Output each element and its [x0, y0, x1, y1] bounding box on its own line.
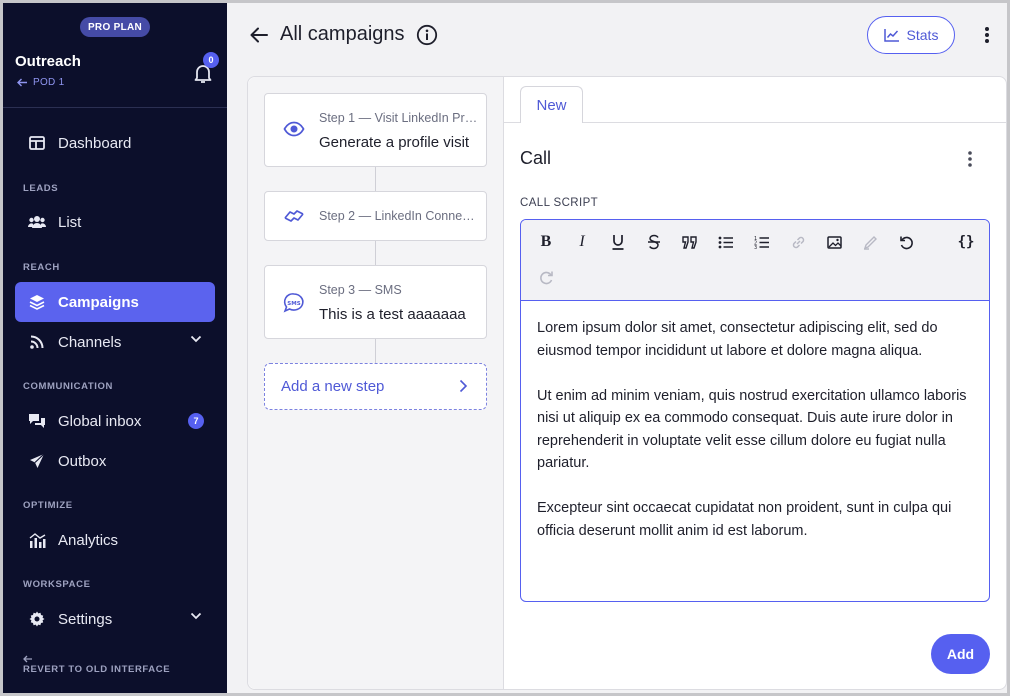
- svg-text:SMS: SMS: [287, 301, 300, 307]
- add-button[interactable]: Add: [931, 634, 990, 674]
- section-leads: LEADS: [23, 183, 59, 194]
- inbox-count-badge: 7: [188, 413, 204, 429]
- step-card-2[interactable]: Step 2 — LinkedIn Connection: [264, 191, 487, 241]
- step-connector: [375, 339, 376, 363]
- page-title: All campaigns: [280, 23, 405, 45]
- image-icon[interactable]: [824, 232, 844, 252]
- sidebar-item-dashboard[interactable]: Dashboard: [15, 123, 215, 163]
- blockquote-icon[interactable]: [680, 232, 700, 252]
- section-communication: COMMUNICATION: [23, 381, 113, 392]
- add-new-step-button[interactable]: Add a new step: [264, 363, 487, 410]
- add-step-label: Add a new step: [281, 378, 385, 395]
- bold-icon[interactable]: B: [536, 232, 556, 252]
- revert-label: REVERT TO OLD INTERFACE: [23, 664, 171, 675]
- step-label: Step 3 — SMS: [319, 283, 402, 297]
- revert-interface-link[interactable]: REVERT TO OLD INTERFACE: [23, 655, 170, 675]
- sidebar-item-campaigns[interactable]: Campaigns: [15, 282, 215, 322]
- more-options-icon[interactable]: [977, 24, 997, 46]
- italic-icon[interactable]: I: [572, 232, 592, 252]
- handshake-icon: [284, 210, 304, 222]
- stats-button[interactable]: Stats: [867, 16, 955, 54]
- redo-icon[interactable]: [536, 267, 556, 287]
- info-icon[interactable]: [416, 24, 438, 46]
- sidebar-item-channels[interactable]: Channels: [15, 322, 215, 362]
- sidebar-item-label: List: [58, 213, 82, 231]
- numbered-list-icon[interactable]: 123: [752, 232, 772, 252]
- sidebar-item-label: Dashboard: [58, 134, 132, 152]
- layers-icon: [28, 293, 46, 311]
- sidebar-item-label: Analytics: [58, 531, 119, 549]
- sidebar-item-label: Outbox: [58, 452, 107, 470]
- step-type-title: Call: [520, 148, 552, 168]
- line-chart-icon: [883, 29, 899, 42]
- dashboard-icon: [28, 134, 46, 152]
- chart-icon: [28, 531, 46, 549]
- eye-icon: [283, 121, 305, 137]
- sidebar-item-analytics[interactable]: Analytics: [15, 520, 215, 560]
- step-card-3[interactable]: SMS Step 3 — SMS This is a test aaaaaaa: [264, 265, 487, 339]
- arrow-left-icon: [23, 655, 32, 663]
- sidebar-item-label: Campaigns: [58, 293, 139, 311]
- link-icon[interactable]: [788, 232, 808, 252]
- editor-paragraph: Ut enim ad minim veniam, quis nostrud ex…: [537, 387, 967, 472]
- sidebar-item-list[interactable]: List: [15, 202, 215, 242]
- back-arrow-icon[interactable]: [248, 24, 270, 46]
- code-braces-icon[interactable]: {}: [956, 232, 976, 252]
- undo-icon[interactable]: [896, 232, 916, 252]
- underline-icon[interactable]: [608, 232, 628, 252]
- plan-badge: PRO PLAN: [80, 17, 150, 37]
- sidebar-item-outbox[interactable]: Outbox: [15, 441, 215, 481]
- editor-content[interactable]: Lorem ipsum dolor sit amet, consectetur …: [537, 317, 977, 565]
- step-description: This is a test aaaaaaa: [319, 306, 466, 323]
- pod-switcher[interactable]: POD 1: [17, 77, 65, 88]
- sidebar-item-label: Global inbox: [58, 412, 142, 430]
- step-label: Step 2 — LinkedIn Connection: [319, 209, 479, 223]
- editor-toolbar: B I 123 {}: [521, 220, 989, 301]
- notification-count-badge: 0: [203, 52, 219, 68]
- chat-icon: [28, 412, 46, 430]
- arrow-left-icon: [17, 78, 27, 87]
- step-connector: [375, 167, 376, 191]
- step-label: Step 1 — Visit LinkedIn Profile: [319, 111, 479, 125]
- strikethrough-icon[interactable]: [644, 232, 664, 252]
- call-script-editor[interactable]: B I 123 {} Lorem ipsum dolor sit amet, c…: [520, 219, 990, 602]
- sidebar-item-label: Channels: [58, 333, 122, 351]
- more-options-icon[interactable]: [961, 149, 979, 169]
- users-icon: [28, 213, 46, 231]
- chevron-right-icon: [459, 379, 468, 393]
- svg-text:3: 3: [754, 245, 757, 249]
- editor-paragraph: Lorem ipsum dolor sit amet, consectetur …: [537, 320, 938, 359]
- chevron-down-icon: [190, 335, 202, 343]
- section-optimize: OPTIMIZE: [23, 500, 73, 511]
- workspace-name[interactable]: Outreach: [15, 53, 81, 70]
- step-description: Generate a profile visit: [319, 134, 470, 151]
- clear-format-icon[interactable]: [860, 232, 880, 252]
- step-connector: [375, 241, 376, 265]
- send-icon: [28, 452, 46, 470]
- sidebar-item-settings[interactable]: Settings: [15, 599, 215, 639]
- call-script-label: CALL SCRIPT: [520, 197, 599, 209]
- rss-icon: [28, 333, 46, 351]
- section-reach: REACH: [23, 262, 60, 273]
- pod-label: POD 1: [33, 77, 65, 88]
- chevron-down-icon: [190, 612, 202, 620]
- sms-icon: SMS: [283, 293, 304, 313]
- section-workspace: WORKSPACE: [23, 579, 91, 590]
- step-card-1[interactable]: Step 1 — Visit LinkedIn Profile Generate…: [264, 93, 487, 167]
- tab-new[interactable]: New: [520, 86, 583, 123]
- gear-icon: [28, 610, 46, 628]
- editor-paragraph: Excepteur sint occaecat cupidatat non pr…: [537, 500, 952, 539]
- sidebar-item-label: Settings: [58, 610, 113, 628]
- bullet-list-icon[interactable]: [716, 232, 736, 252]
- sidebar: PRO PLAN Outreach POD 1 0 Dashboard LEAD…: [3, 3, 227, 693]
- sidebar-divider: [3, 107, 227, 108]
- stats-label: Stats: [906, 27, 939, 43]
- sidebar-item-global-inbox[interactable]: Global inbox 7: [15, 401, 215, 441]
